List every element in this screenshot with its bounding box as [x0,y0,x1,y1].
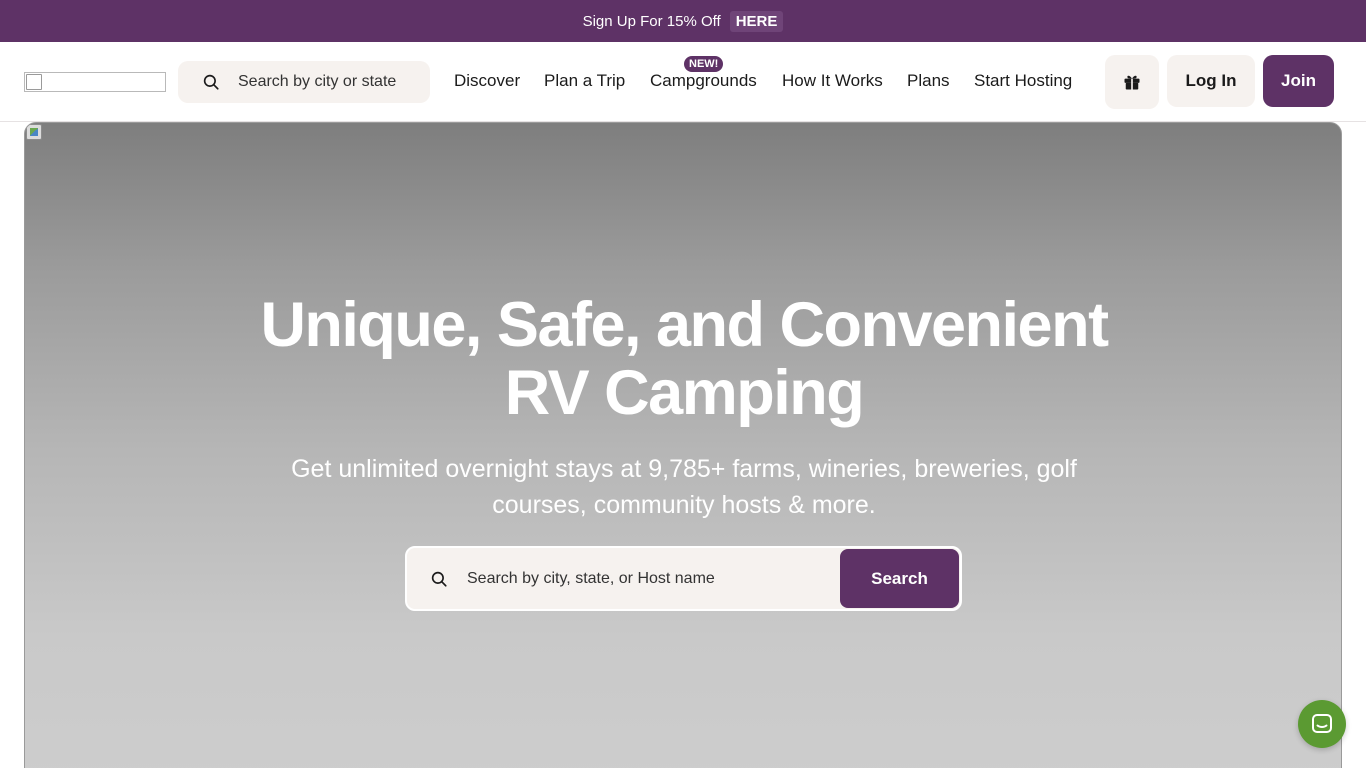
chat-launcher[interactable] [1298,700,1346,748]
hero-search-bar[interactable]: Search [405,546,962,611]
promo-text: Sign Up For 15% Off [582,12,721,30]
nav-campgrounds[interactable]: Campgrounds [650,71,757,91]
search-icon [203,74,219,90]
login-button[interactable]: Log In [1167,55,1255,107]
hero-search-input[interactable] [467,569,827,588]
hero-section: Unique, Safe, and Convenient RV Camping … [24,122,1342,768]
gift-icon [1124,75,1140,90]
nav-plan-a-trip[interactable]: Plan a Trip [544,71,625,91]
site-logo[interactable] [24,72,166,92]
search-button[interactable]: Search [840,549,959,608]
hero-title-line2: RV Camping [504,358,865,428]
promo-link[interactable]: HERE [729,10,784,32]
hero-title-line1: Unique, Safe, and Convenient [260,290,1109,360]
new-badge: NEW! [684,56,724,72]
promo-banner: Sign Up For 15% Off HERE [0,0,1366,42]
nav-how-it-works[interactable]: How It Works [782,71,883,91]
nav-discover[interactable]: Discover [454,71,520,91]
header-search[interactable] [178,61,430,103]
join-button[interactable]: Join [1263,55,1334,107]
chat-icon [1312,714,1332,733]
nav-plans[interactable]: Plans [907,71,950,91]
search-icon [431,571,447,587]
hero-subtitle: Get unlimited overnight stays at 9,785+ … [291,455,1077,519]
nav-start-hosting[interactable]: Start Hosting [974,71,1072,91]
site-header: Discover Plan a Trip NEW! Campgrounds Ho… [0,42,1366,122]
gift-button[interactable] [1105,55,1159,109]
hero-image-placeholder [26,124,42,140]
header-search-input[interactable] [238,73,398,91]
hero-title: Unique, Safe, and Convenient RV Camping [25,290,1341,428]
